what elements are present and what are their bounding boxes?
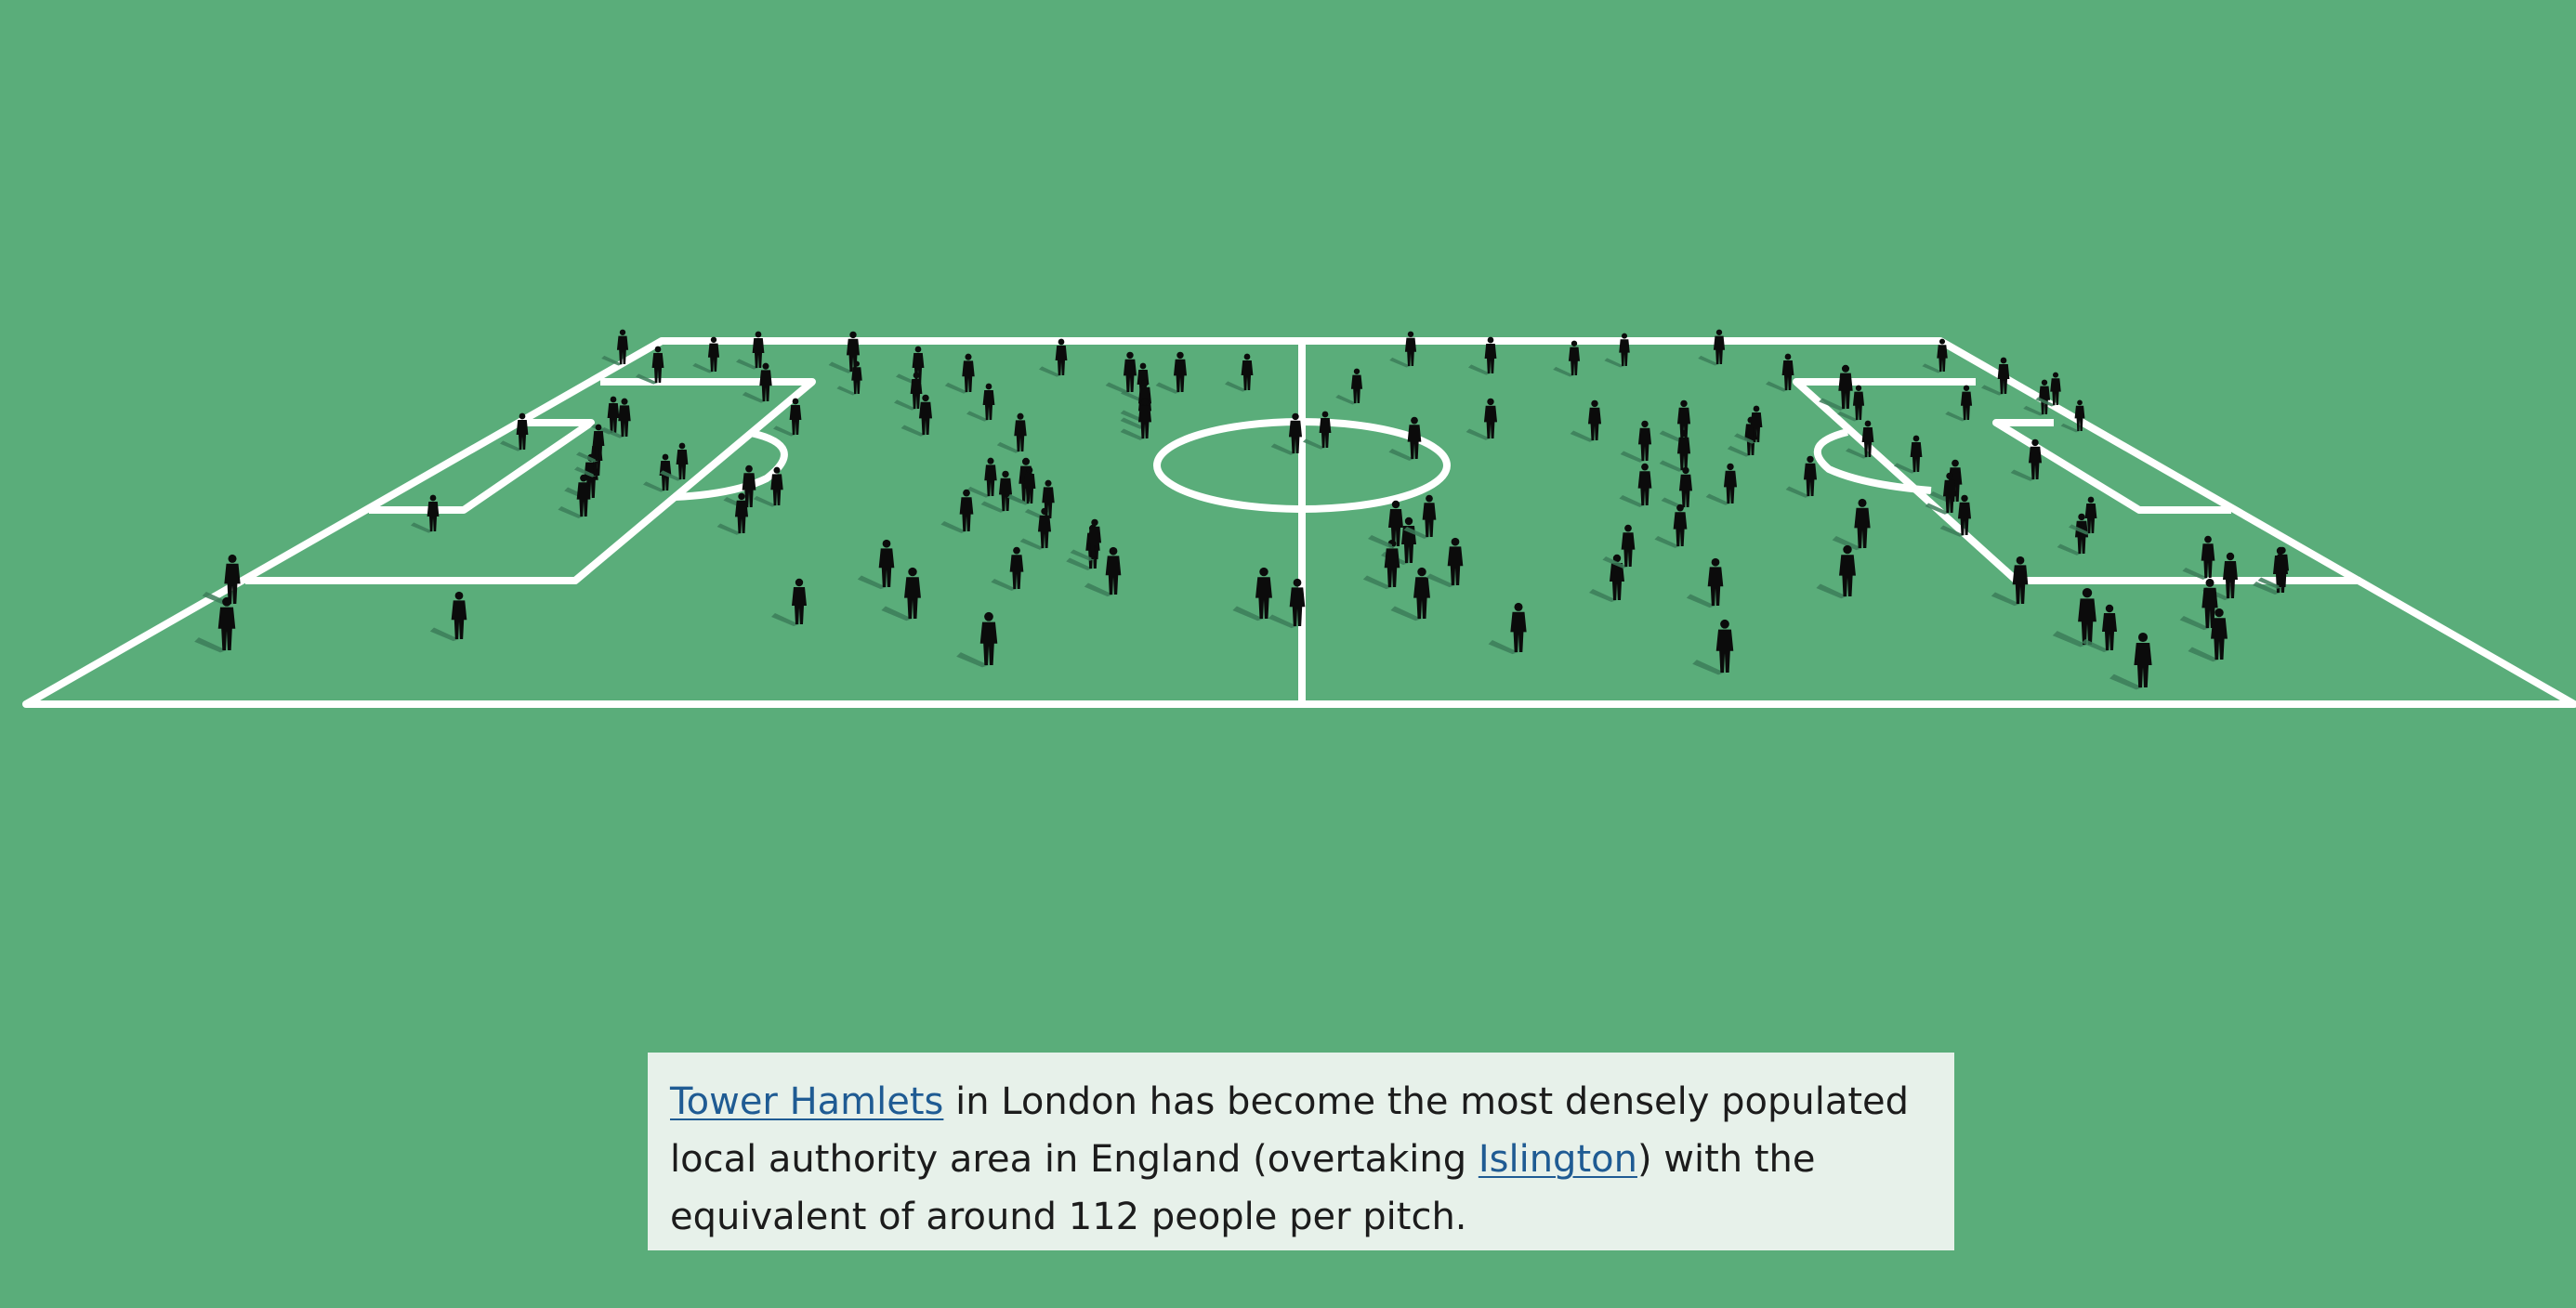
- person-silhouette: [2109, 632, 2152, 690]
- person-silhouette: [1232, 567, 1272, 621]
- person-silhouette: [2182, 535, 2215, 580]
- person-silhouette: [956, 611, 998, 668]
- person-silhouette: [1819, 364, 1853, 411]
- person-silhouette: [1832, 498, 1871, 551]
- left-penalty-area: [245, 378, 816, 584]
- person-silhouette: [1426, 537, 1464, 588]
- person-silhouette: [411, 494, 440, 533]
- person-silhouette: [1225, 353, 1254, 392]
- person-silhouette: [1766, 353, 1794, 392]
- person-silhouette: [1602, 524, 1636, 569]
- person-silhouette: [2057, 513, 2089, 556]
- person-silhouette: [1368, 500, 1403, 548]
- person-silhouette: [1268, 578, 1306, 629]
- person-silhouette: [1654, 504, 1688, 548]
- person-silhouette: [771, 578, 807, 626]
- person-silhouette: [944, 353, 975, 394]
- person-silhouette: [429, 591, 467, 642]
- left-goal-area: [369, 419, 595, 514]
- graphic-scene: Tower Hamlets in London has become the m…: [0, 0, 2576, 1308]
- person-silhouette: [1692, 619, 1734, 675]
- person-silhouette: [1659, 429, 1691, 472]
- person-silhouette: [736, 331, 765, 370]
- person-silhouette: [1570, 399, 1602, 442]
- person-silhouette: [1362, 539, 1400, 590]
- person-silhouette: [601, 329, 629, 366]
- person-silhouette: [1465, 398, 1498, 440]
- person-silhouette: [1785, 455, 1818, 498]
- person-silhouette: [202, 554, 241, 607]
- person-silhouette: [558, 474, 591, 518]
- person-silhouette: [1945, 385, 1973, 422]
- person-silhouette: [716, 492, 749, 535]
- person-silhouette: [996, 412, 1027, 453]
- person-silhouette: [1816, 544, 1856, 599]
- caption-box: Tower Hamlets in London has become the m…: [648, 1053, 1954, 1250]
- person-silhouette: [857, 539, 895, 590]
- person-silhouette: [966, 457, 997, 498]
- tower-hamlets-link[interactable]: Tower Hamlets: [670, 1080, 943, 1123]
- person-silhouette: [1155, 351, 1188, 394]
- person-silhouette: [1619, 463, 1652, 507]
- person-silhouette: [1105, 351, 1137, 394]
- person-silhouette: [1894, 435, 1923, 474]
- person-silhouette: [1303, 411, 1332, 450]
- person-silhouette: [940, 489, 974, 533]
- person-silhouette: [894, 372, 923, 411]
- islington-link[interactable]: Islington: [1479, 1138, 1637, 1181]
- person-silhouette: [1388, 416, 1422, 461]
- person-silhouette: [2010, 438, 2043, 481]
- person-silhouette: [1488, 602, 1527, 655]
- person-silhouette: [896, 346, 925, 385]
- person-silhouette: [1389, 331, 1417, 368]
- person-silhouette: [1553, 340, 1581, 377]
- person-silhouette: [1620, 420, 1652, 463]
- person-silhouette: [1661, 466, 1693, 509]
- person-silhouette: [2179, 578, 2218, 631]
- person-silhouette: [991, 546, 1024, 591]
- person-silhouette: [1705, 463, 1738, 505]
- person-silhouette: [2052, 587, 2096, 647]
- person-silhouette: [1698, 329, 1726, 366]
- person-silhouette: [1686, 557, 1724, 608]
- person-silhouette: [1070, 518, 1102, 561]
- person-silhouette: [1335, 368, 1363, 405]
- person-silhouette: [1403, 494, 1437, 539]
